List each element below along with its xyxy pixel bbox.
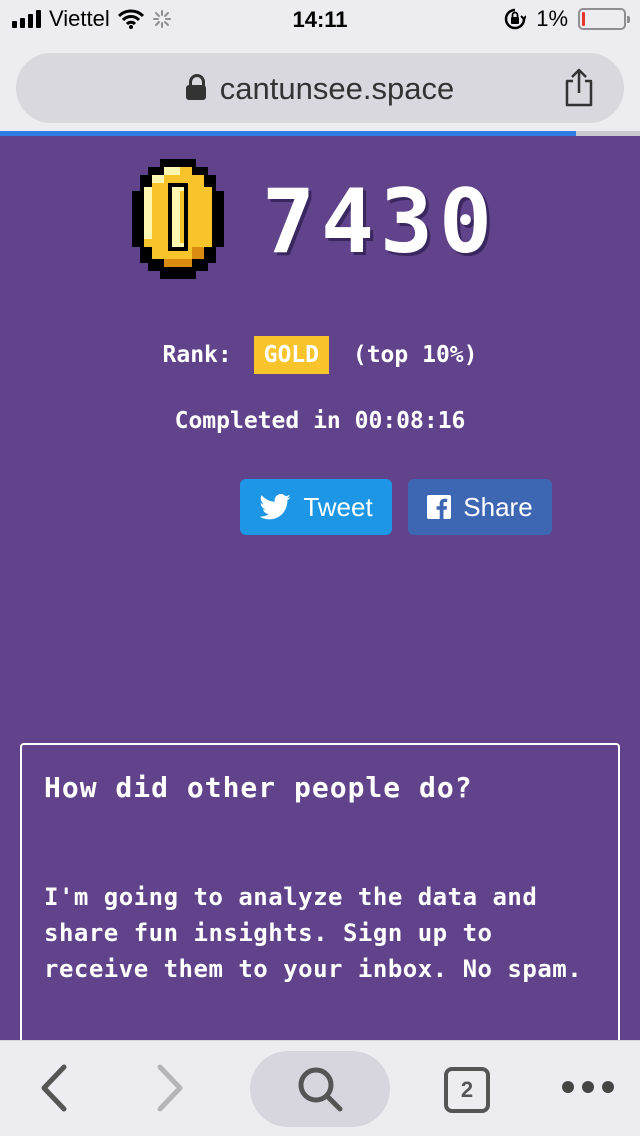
share-label: Share	[463, 491, 533, 522]
lock-icon	[185, 74, 206, 100]
card-body: I'm going to analyze the data and share …	[44, 883, 583, 983]
facebook-icon	[427, 495, 452, 519]
tweet-button[interactable]: Tweet	[240, 479, 392, 535]
address-bar[interactable]: cantunsee.space	[16, 53, 624, 123]
status-right: 1%	[504, 6, 630, 32]
rank-label: Rank:	[162, 342, 232, 368]
address-bar-content: cantunsee.space	[16, 71, 624, 107]
battery-icon	[578, 8, 630, 30]
rank-note: (top 10%)	[352, 342, 478, 368]
forward-icon[interactable]	[156, 1063, 186, 1113]
rank-line: Rank: GOLD (top 10%)	[0, 336, 640, 374]
browser-address-area: cantunsee.space	[0, 40, 640, 132]
share-icon[interactable]	[562, 67, 596, 107]
tweet-label: Tweet	[303, 491, 373, 522]
completed-label: Completed in	[174, 408, 341, 434]
url-text: cantunsee.space	[219, 71, 455, 106]
search-icon	[298, 1067, 343, 1112]
completed-time: 00:08:16	[354, 408, 466, 434]
score-value: 7430	[262, 170, 498, 273]
facebook-share-button[interactable]: Share	[408, 479, 552, 535]
more-icon[interactable]	[562, 1081, 614, 1093]
search-button[interactable]	[250, 1051, 390, 1127]
orientation-lock-icon	[504, 8, 527, 30]
back-icon[interactable]	[38, 1063, 68, 1113]
results-page: 7430 Rank: GOLD (top 10%) Completed in 0…	[0, 136, 640, 1063]
twitter-bird-icon	[259, 494, 291, 520]
tabs-button[interactable]: 2	[444, 1067, 490, 1113]
status-bar: Viettel 14:11 1%	[0, 0, 640, 40]
browser-toolbar: 2	[0, 1040, 640, 1136]
battery-percent: 1%	[536, 6, 568, 31]
rank-badge: GOLD	[253, 336, 329, 374]
card-title: How did other people do?	[44, 771, 473, 804]
insights-card: How did other people do? I'm going to an…	[20, 743, 620, 1063]
completion-time: Completed in 00:08:16	[0, 408, 640, 434]
battery-level	[582, 12, 585, 26]
coin-icon	[132, 159, 224, 279]
